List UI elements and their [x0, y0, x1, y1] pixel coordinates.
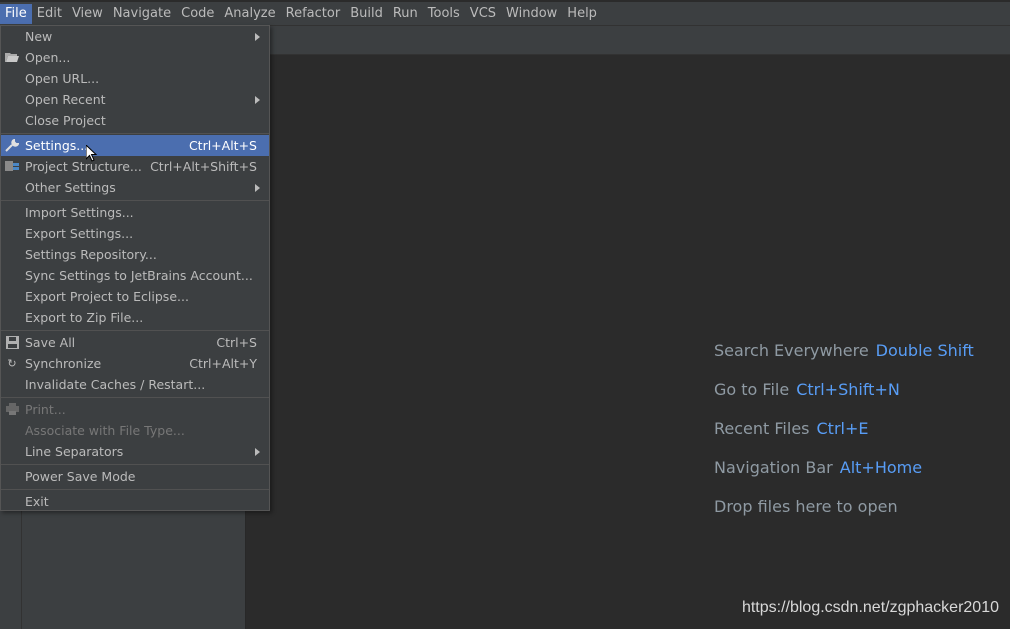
menu-item-label: Export Project to Eclipse... [25, 289, 189, 304]
menu-tools[interactable]: Tools [423, 4, 465, 24]
menu-view[interactable]: View [67, 4, 108, 24]
menu-separator [1, 464, 269, 465]
hint-shortcut: Alt+Home [839, 458, 923, 477]
project-structure-icon [5, 160, 19, 173]
menu-file[interactable]: File [0, 3, 32, 24]
menu-item-label: Other Settings [25, 180, 116, 195]
menu-separator [1, 397, 269, 398]
menu-item-label: Print... [25, 402, 66, 417]
menu-separator [1, 200, 269, 201]
menu-separator [1, 489, 269, 490]
shortcut: Ctrl+S [216, 335, 257, 350]
hint-recent-files: Recent Files Ctrl+E [714, 419, 868, 438]
hint-label: Go to File [714, 380, 790, 399]
hint-go-to-file: Go to File Ctrl+Shift+N [714, 380, 900, 399]
menu-item-import-settings[interactable]: Import Settings... [1, 202, 269, 223]
menu-separator [1, 330, 269, 331]
menu-window[interactable]: Window [501, 4, 562, 24]
menu-item-export-eclipse[interactable]: Export Project to Eclipse... [1, 286, 269, 307]
hint-label: Recent Files [714, 419, 810, 438]
menu-item-open-recent[interactable]: Open Recent [1, 89, 269, 110]
menu-item-sync-settings[interactable]: Sync Settings to JetBrains Account... [1, 265, 269, 286]
watermark: https://blog.csdn.net/zgphacker2010 [741, 599, 999, 616]
menu-item-label: New [25, 29, 53, 44]
file-menu-dropdown: New Open... Open URL... Open Recent Clos… [0, 25, 270, 511]
menu-bar: File Edit View Navigate Code Analyze Ref… [0, 2, 1010, 26]
folder-open-icon [5, 51, 19, 64]
editor-area[interactable]: Search Everywhere Double Shift Go to File… [246, 55, 1010, 629]
menu-item-save-all[interactable]: Save All Ctrl+S [1, 332, 269, 353]
menu-item-export-zip[interactable]: Export to Zip File... [1, 307, 269, 328]
hint-navigation-bar: Navigation Bar Alt+Home [714, 458, 922, 477]
mouse-cursor-icon [86, 145, 98, 162]
menu-refactor[interactable]: Refactor [281, 4, 346, 24]
menu-item-invalidate-caches[interactable]: Invalidate Caches / Restart... [1, 374, 269, 395]
menu-item-label: Save All [25, 335, 76, 350]
menu-item-label: Synchronize [25, 356, 102, 371]
menu-item-project-structure[interactable]: Project Structure... Ctrl+Alt+Shift+S [1, 156, 269, 177]
menu-item-label: Export to Zip File... [25, 310, 144, 325]
printer-icon [5, 403, 19, 416]
submenu-arrow-icon [255, 184, 260, 192]
menu-item-export-settings[interactable]: Export Settings... [1, 223, 269, 244]
menu-item-power-save-mode[interactable]: Power Save Mode [1, 466, 269, 487]
menu-item-synchronize[interactable]: ↻ Synchronize Ctrl+Alt+Y [1, 353, 269, 374]
menu-item-label: Line Separators [25, 444, 124, 459]
shortcut: Ctrl+Alt+Shift+S [150, 159, 257, 174]
menu-item-open[interactable]: Open... [1, 47, 269, 68]
menu-item-label: Settings... [25, 138, 89, 153]
hint-label: Drop files here to open [714, 497, 898, 516]
menu-help[interactable]: Help [562, 4, 602, 24]
menu-item-label: Associate with File Type... [25, 423, 185, 438]
menu-build[interactable]: Build [345, 4, 388, 24]
menu-item-close-project[interactable]: Close Project [1, 110, 269, 131]
menu-item-settings[interactable]: Settings... Ctrl+Alt+S [1, 135, 269, 156]
menu-item-label: Exit [25, 494, 49, 509]
hint-label: Navigation Bar [714, 458, 833, 477]
menu-code[interactable]: Code [176, 4, 219, 24]
menu-item-label: Close Project [25, 113, 106, 128]
menu-item-new[interactable]: New [1, 26, 269, 47]
menu-item-label: Open... [25, 50, 71, 65]
menu-edit[interactable]: Edit [32, 4, 67, 24]
wrench-icon [5, 138, 20, 152]
menu-navigate[interactable]: Navigate [108, 4, 176, 24]
menu-item-label: Open Recent [25, 92, 106, 107]
menu-item-label: Sync Settings to JetBrains Account... [25, 268, 253, 283]
menu-item-line-separators[interactable]: Line Separators [1, 441, 269, 462]
hint-shortcut: Double Shift [875, 341, 974, 360]
hint-shortcut: Ctrl+Shift+N [796, 380, 900, 399]
menu-item-label: Power Save Mode [25, 469, 136, 484]
menu-item-label: Settings Repository... [25, 247, 157, 262]
submenu-arrow-icon [255, 448, 260, 456]
menu-item-label: Project Structure... [25, 159, 142, 174]
hint-shortcut: Ctrl+E [816, 419, 869, 438]
menu-item-label: Invalidate Caches / Restart... [25, 377, 206, 392]
menu-separator [1, 133, 269, 134]
menu-run[interactable]: Run [388, 4, 423, 24]
submenu-arrow-icon [255, 33, 260, 41]
menu-item-open-url[interactable]: Open URL... [1, 68, 269, 89]
menu-item-associate-file-type[interactable]: Associate with File Type... [1, 420, 269, 441]
hint-search-everywhere: Search Everywhere Double Shift [714, 341, 974, 360]
menu-vcs[interactable]: VCS [465, 4, 501, 24]
menu-item-print[interactable]: Print... [1, 399, 269, 420]
menu-item-settings-repository[interactable]: Settings Repository... [1, 244, 269, 265]
hint-drop-files: Drop files here to open [714, 497, 898, 516]
submenu-arrow-icon [255, 96, 260, 104]
menu-item-exit[interactable]: Exit [1, 491, 269, 512]
menu-item-other-settings[interactable]: Other Settings [1, 177, 269, 198]
menu-item-label: Open URL... [25, 71, 100, 86]
menu-item-label: Export Settings... [25, 226, 134, 241]
hint-label: Search Everywhere [714, 341, 869, 360]
sync-icon: ↻ [7, 357, 17, 370]
menu-analyze[interactable]: Analyze [219, 4, 280, 24]
menu-item-label: Import Settings... [25, 205, 134, 220]
save-icon [5, 336, 19, 349]
shortcut: Ctrl+Alt+S [188, 138, 257, 153]
shortcut: Ctrl+Alt+Y [189, 356, 257, 371]
